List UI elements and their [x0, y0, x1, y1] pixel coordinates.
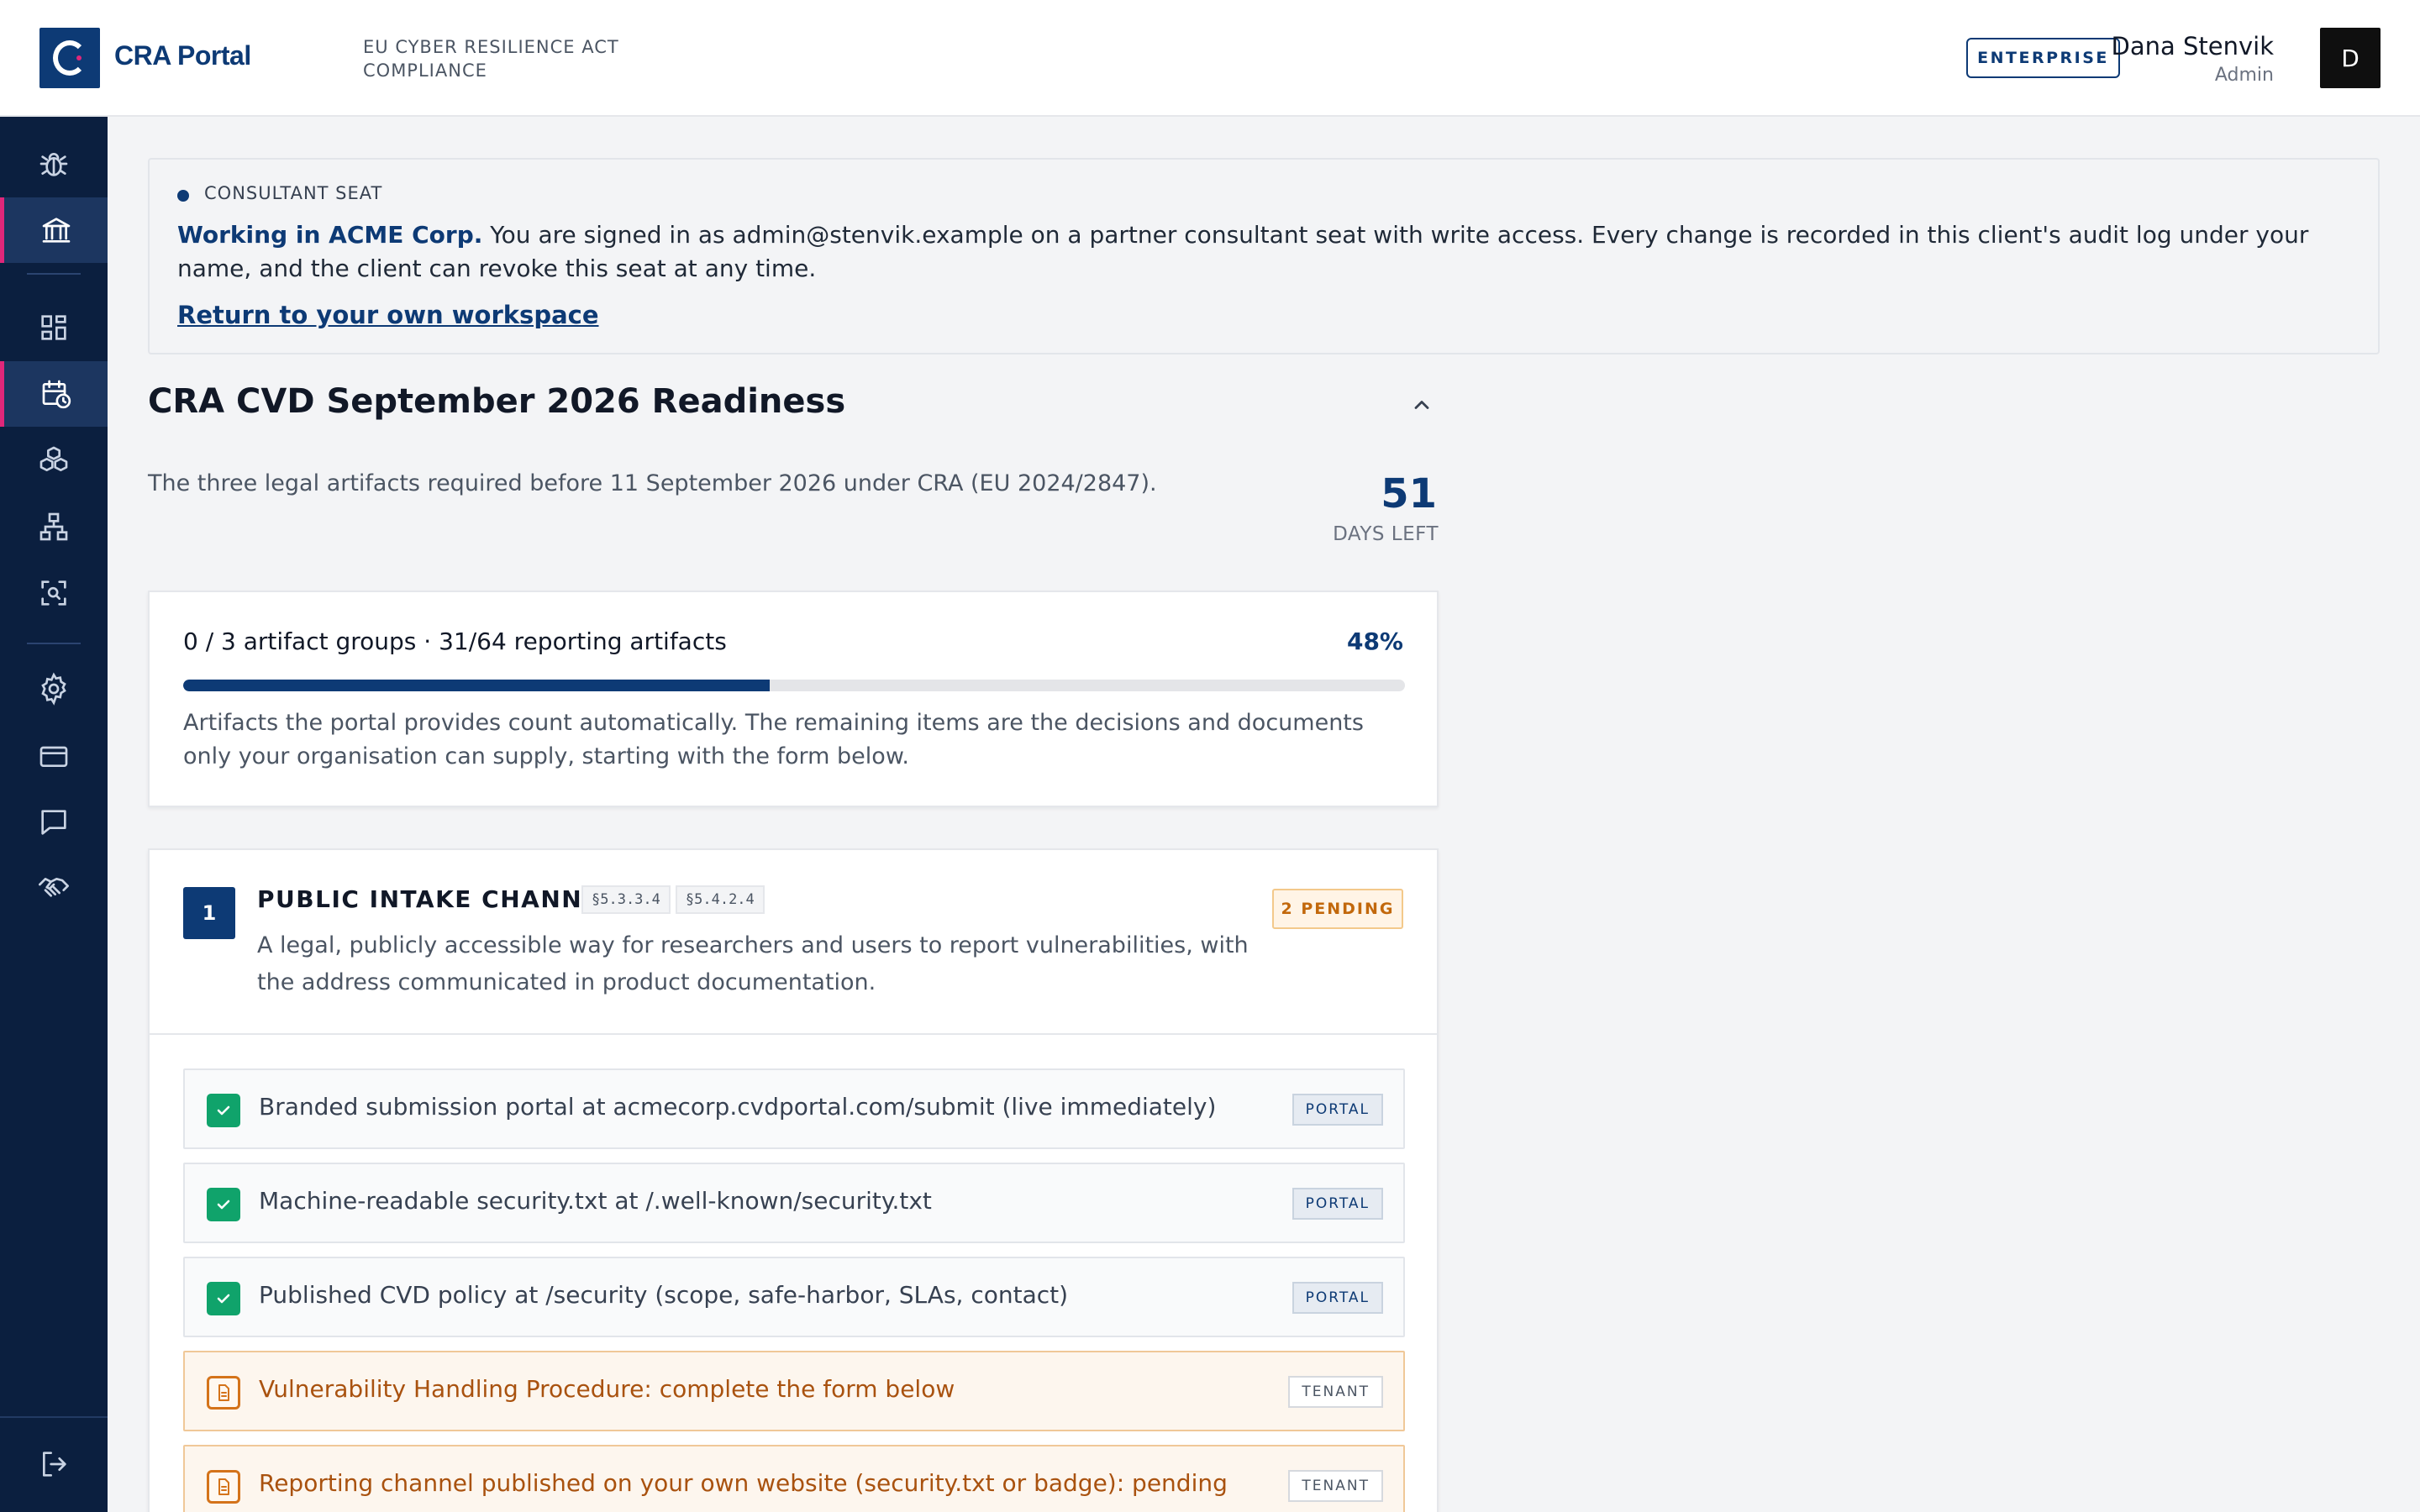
- group-number-badge: 1: [183, 887, 235, 939]
- bug-icon: [39, 153, 68, 176]
- group-description: A legal, publicly accessible way for res…: [257, 932, 1249, 995]
- sidebar: [0, 117, 108, 1512]
- banner-kicker: CONSULTANT SEAT: [204, 183, 383, 203]
- chat-icon: [41, 810, 66, 835]
- section-description: The three legal artifacts required befor…: [148, 470, 1157, 496]
- days-left-label: DAYS LEFT: [1333, 523, 1439, 545]
- sidebar-item-vulnerabilities[interactable]: [0, 131, 108, 197]
- artifact-item[interactable]: Vulnerability Handling Procedure: comple…: [183, 1351, 1405, 1431]
- avatar[interactable]: D: [2320, 28, 2381, 88]
- pending-badge: 2 PENDING: [1272, 889, 1403, 929]
- sidebar-item-scan[interactable]: [0, 560, 108, 626]
- status-dot-icon: [177, 190, 189, 202]
- sidebar-item-settings[interactable]: [0, 656, 108, 722]
- progress-bar-fill: [183, 680, 770, 691]
- brand-name[interactable]: CRA Portal: [114, 40, 251, 71]
- source-badge: TENANT: [1288, 1376, 1383, 1408]
- regulation-ref-tag: §5.3.3.4: [581, 885, 671, 914]
- page-title: CRA CVD September 2026 Readiness: [148, 382, 846, 421]
- days-left-count: 51: [1381, 470, 1437, 517]
- artifact-label: Reporting channel published on your own …: [259, 1469, 1228, 1497]
- sidebar-item-organisation[interactable]: [0, 494, 108, 559]
- artifact-item[interactable]: Branded submission portal at acmecorp.cv…: [183, 1068, 1405, 1149]
- progress-percent: 48%: [1346, 627, 1403, 655]
- checkbox-checked-icon[interactable]: [207, 1094, 240, 1127]
- dashboard-grid-icon: [41, 315, 66, 340]
- sidebar-item-regulation[interactable]: [0, 197, 108, 263]
- checkbox-checked-icon[interactable]: [207, 1282, 240, 1315]
- sidebar-item-billing[interactable]: [0, 723, 108, 789]
- plan-badge: ENTERPRISE: [1966, 38, 2120, 78]
- sidebar-item-readiness[interactable]: [0, 361, 108, 427]
- artifact-item[interactable]: Reporting channel published on your own …: [183, 1445, 1405, 1512]
- consultant-banner: CONSULTANT SEAT Working in ACME Corp. Yo…: [148, 158, 2380, 354]
- hierarchy-icon: [39, 512, 68, 541]
- artifact-label: Branded submission portal at acmecorp.cv…: [259, 1093, 1217, 1121]
- banner-body: You are signed in as admin@stenvik.examp…: [177, 221, 2309, 282]
- progress-bar: [183, 680, 1405, 691]
- source-badge: TENANT: [1288, 1470, 1383, 1502]
- bank-icon: [42, 218, 70, 243]
- sidebar-item-dashboard[interactable]: [0, 295, 108, 360]
- scan-search-icon: [41, 580, 66, 606]
- return-to-workspace-link[interactable]: Return to your own workspace: [177, 301, 599, 329]
- source-badge: PORTAL: [1292, 1282, 1383, 1314]
- cubes-icon: [39, 446, 68, 471]
- user-name[interactable]: Dana Stenvik: [2112, 32, 2274, 60]
- regulation-refs: §5.3.3.4 §5.4.2.4: [581, 885, 765, 914]
- handshake-icon: [39, 878, 69, 897]
- progress-note: Artifacts the portal provides count auto…: [183, 710, 1364, 769]
- divider: [150, 1033, 1437, 1035]
- document-icon: [207, 1470, 240, 1504]
- artifact-group-card: 1 PUBLIC INTAKE CHANNEL §5.3.3.4 §5.4.2.…: [148, 848, 1439, 1512]
- artifact-item[interactable]: Published CVD policy at /security (scope…: [183, 1257, 1405, 1337]
- calendar-clock-icon: [42, 380, 71, 409]
- banner-workspace-name: Working in ACME Corp.: [177, 221, 483, 249]
- sidebar-item-messages[interactable]: [0, 790, 108, 855]
- progress-card: 0 / 3 artifact groups · 31/64 reporting …: [148, 591, 1439, 807]
- sidebar-item-logout[interactable]: [0, 1431, 108, 1497]
- artifact-label: Vulnerability Handling Procedure: comple…: [259, 1375, 955, 1403]
- artifact-item[interactable]: Machine-readable security.txt at /.well-…: [183, 1163, 1405, 1243]
- logout-icon: [43, 1452, 66, 1477]
- document-icon: [207, 1376, 240, 1410]
- artifact-label: Published CVD policy at /security (scope…: [259, 1281, 1069, 1309]
- credit-card-icon: [39, 746, 68, 767]
- brand-subtitle: EU CYBER RESILIENCE ACT COMPLIANCE: [363, 37, 619, 81]
- sidebar-item-products[interactable]: [0, 428, 108, 493]
- brand-logo-icon[interactable]: [39, 28, 100, 88]
- group-title: PUBLIC INTAKE CHANNEL: [257, 885, 617, 913]
- progress-summary: 0 / 3 artifact groups · 31/64 reporting …: [183, 627, 727, 655]
- top-header: CRA Portal EU CYBER RESILIENCE ACT COMPL…: [0, 0, 2420, 117]
- regulation-ref-tag: §5.4.2.4: [675, 885, 765, 914]
- source-badge: PORTAL: [1292, 1094, 1383, 1126]
- gear-icon: [41, 672, 66, 706]
- user-role: Admin: [2214, 65, 2274, 86]
- artifact-label: Machine-readable security.txt at /.well-…: [259, 1187, 932, 1215]
- collapse-button[interactable]: [1403, 388, 1440, 422]
- checkbox-checked-icon[interactable]: [207, 1188, 240, 1221]
- sidebar-item-partners[interactable]: [0, 856, 108, 921]
- source-badge: PORTAL: [1292, 1188, 1383, 1220]
- banner-message: Working in ACME Corp. You are signed in …: [177, 218, 2354, 286]
- chevron-up-icon: [1414, 401, 1429, 409]
